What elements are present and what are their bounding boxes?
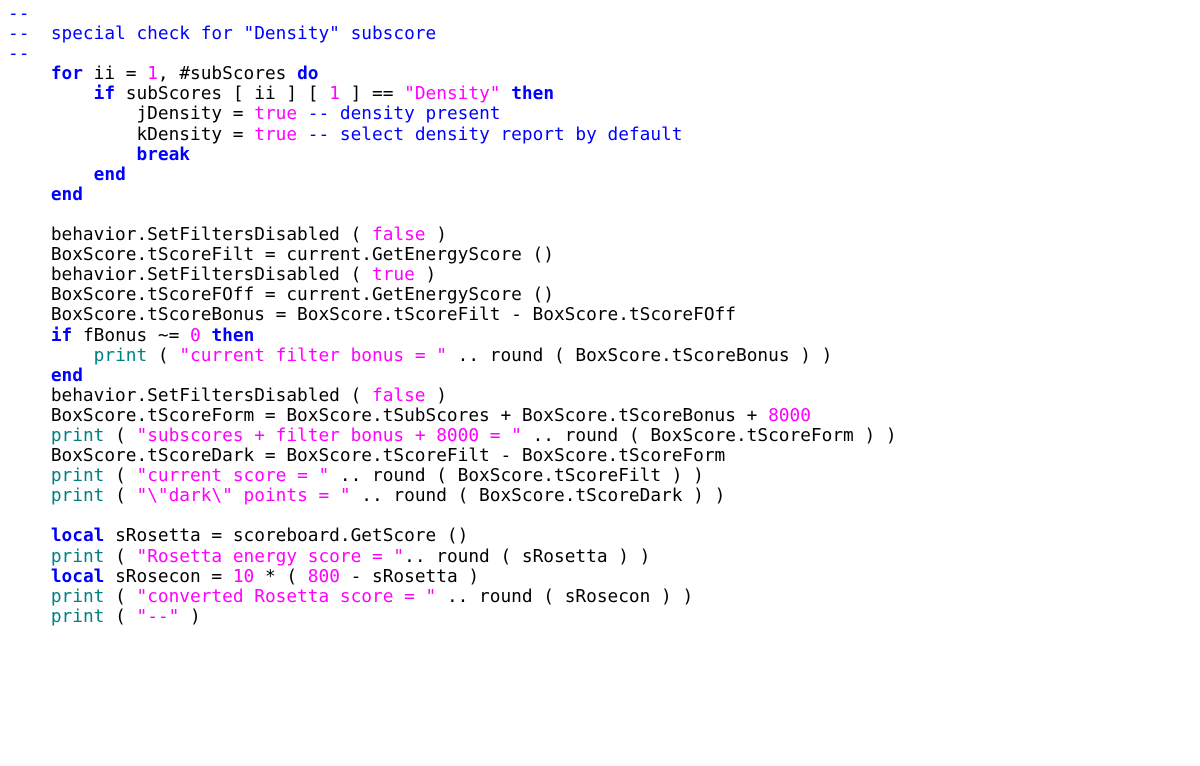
code-token: "subscores + filter bonus + 8000 = " <box>136 425 521 446</box>
code-token: local <box>51 566 105 587</box>
code-token: end <box>51 365 83 386</box>
code-token: -- select density report by default <box>308 124 683 145</box>
code-token: "Rosetta energy score = " <box>136 546 404 567</box>
code-token: do <box>297 63 318 84</box>
code-token: true <box>254 103 297 124</box>
code-token: 1 <box>329 83 340 104</box>
code-token: then <box>511 83 554 104</box>
code-token: "converted Rosetta score = " <box>136 586 436 607</box>
code-token: true <box>254 124 297 145</box>
code-token: 800 <box>308 566 340 587</box>
code-token: local <box>51 525 105 546</box>
code-token: -- special check for "Density" subscore <box>8 23 436 44</box>
code-token: true <box>372 264 415 285</box>
code-token: print <box>51 546 105 567</box>
code-token: false <box>372 385 426 406</box>
code-token: "\"dark\" points = " <box>136 485 350 506</box>
code-token: print <box>51 485 105 506</box>
code-token: "current filter bonus = " <box>179 345 447 366</box>
code-block: -- -- special check for "Density" subsco… <box>0 0 1200 627</box>
code-token: if <box>51 325 72 346</box>
code-token: if <box>94 83 115 104</box>
code-token: print <box>51 465 105 486</box>
code-token: 1 <box>147 63 158 84</box>
code-token: 0 <box>190 325 201 346</box>
code-token: print <box>94 345 148 366</box>
code-token: break <box>136 144 190 165</box>
code-token: 10 <box>233 566 254 587</box>
code-token: 8000 <box>768 405 811 426</box>
code-token: -- <box>8 3 29 24</box>
code-token: "--" <box>136 606 179 627</box>
code-token: print <box>51 586 105 607</box>
code-token: -- <box>8 43 29 64</box>
code-token: then <box>211 325 254 346</box>
code-token: for <box>51 63 83 84</box>
code-token: "Density" <box>404 83 500 104</box>
code-token: print <box>51 425 105 446</box>
code-token: print <box>51 606 105 627</box>
code-token: "current score = " <box>136 465 329 486</box>
code-token: end <box>51 184 83 205</box>
code-token: false <box>372 224 426 245</box>
code-token: end <box>94 164 126 185</box>
code-token: -- density present <box>308 103 501 124</box>
